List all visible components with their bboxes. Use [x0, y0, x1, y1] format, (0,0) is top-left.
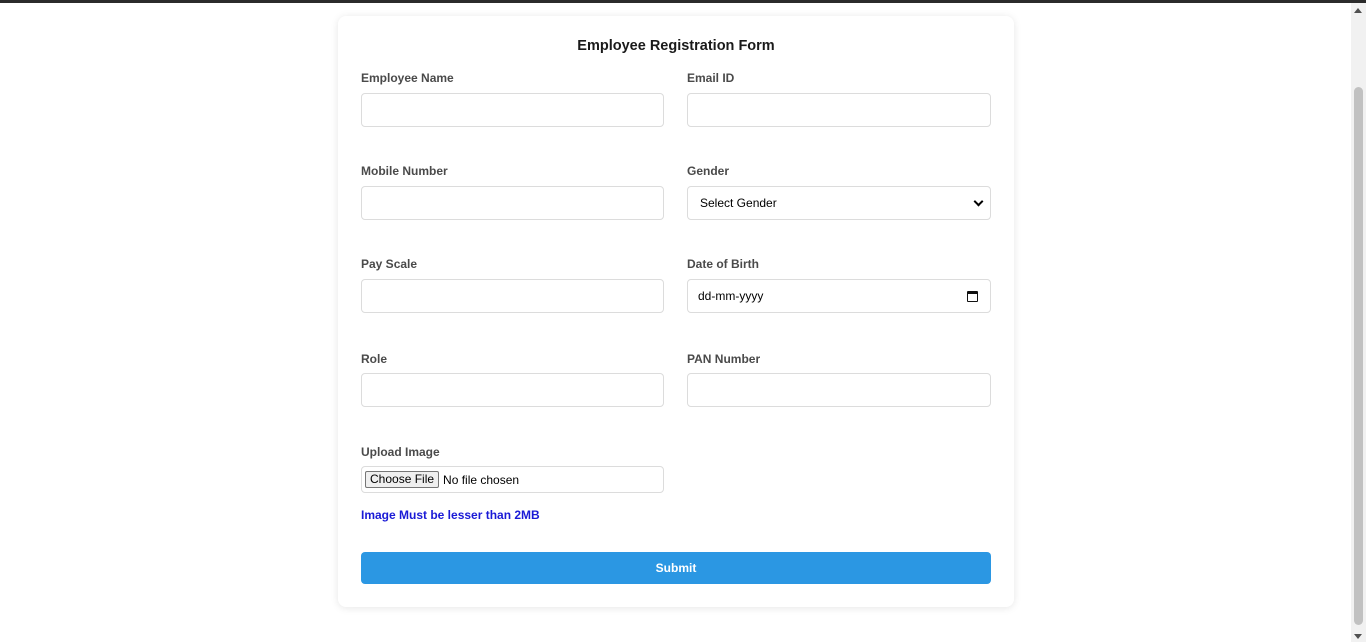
scrollbar-thumb[interactable] — [1354, 87, 1363, 625]
submit-button[interactable]: Submit — [361, 552, 991, 584]
employee-name-label: Employee Name — [361, 71, 454, 85]
choose-file-button[interactable]: Choose File — [365, 471, 440, 488]
email-label: Email ID — [687, 71, 735, 85]
scroll-down-icon[interactable] — [1354, 634, 1362, 639]
dob-label: Date of Birth — [687, 257, 759, 271]
employee-name-input[interactable] — [361, 93, 664, 127]
upload-size-hint: Image Must be lesser than 2MB — [361, 508, 540, 522]
gender-select[interactable]: Select Gender — [687, 186, 991, 220]
email-input[interactable] — [687, 93, 991, 127]
pay-scale-label: Pay Scale — [361, 257, 418, 271]
window-top-edge — [0, 0, 1366, 3]
dob-input[interactable]: dd-mm-yyyy — [687, 279, 991, 313]
form-title: Employee Registration Form — [577, 38, 775, 54]
mobile-number-input[interactable] — [361, 186, 664, 220]
role-label: Role — [361, 352, 388, 366]
dob-placeholder: dd-mm-yyyy — [698, 289, 764, 303]
mobile-number-label: Mobile Number — [361, 164, 448, 178]
chevron-down-icon — [973, 196, 984, 206]
upload-image-input[interactable]: Choose File No file chosen — [361, 466, 664, 493]
pay-scale-input[interactable] — [361, 279, 664, 313]
pan-number-input[interactable] — [687, 373, 991, 407]
pan-number-label: PAN Number — [687, 352, 761, 366]
vertical-scrollbar[interactable] — [1351, 3, 1366, 642]
upload-image-label: Upload Image — [361, 445, 440, 459]
gender-selected-value: Select Gender — [700, 196, 777, 210]
role-input[interactable] — [361, 373, 664, 407]
file-status-text: No file chosen — [443, 472, 520, 487]
registration-form-card: Employee Registration Form Employee Name… — [338, 16, 1014, 607]
scroll-up-icon[interactable] — [1354, 8, 1362, 13]
calendar-icon[interactable] — [967, 290, 978, 302]
gender-label: Gender — [687, 164, 730, 178]
